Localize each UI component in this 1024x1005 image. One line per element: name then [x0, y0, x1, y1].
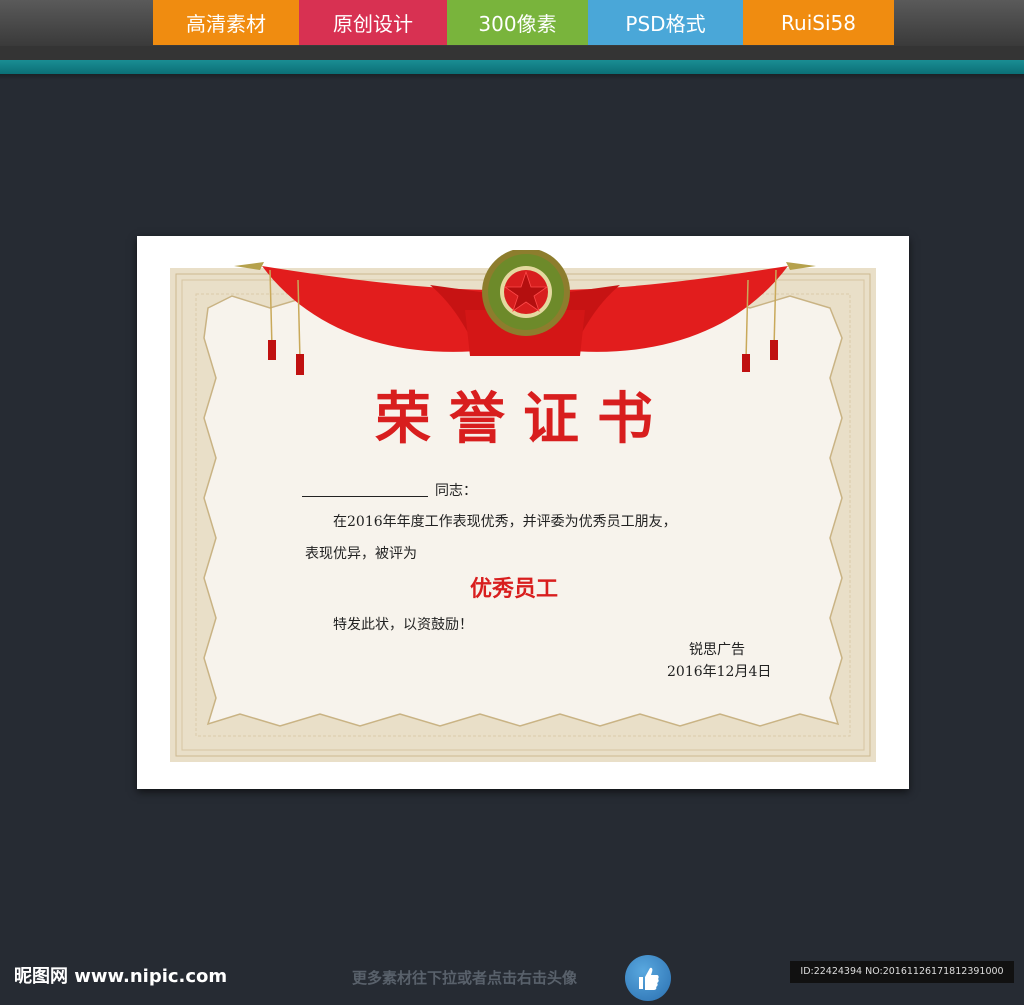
red-curtain-emblem	[234, 250, 816, 375]
feature-tabs: 高清素材 原创设计 300像素 PSD格式 RuiSi58	[153, 0, 894, 45]
salutation: 同志：	[435, 483, 477, 499]
thumb-up-icon[interactable]	[625, 955, 671, 1001]
tab-original-design[interactable]: 原创设计	[299, 0, 447, 45]
name-blank-line	[302, 496, 428, 497]
issue-date: 2016年12月4日	[667, 664, 772, 680]
image-id-info: ID:22424394 NO:20161126171812391000	[790, 961, 1014, 983]
closing-text: 特发此状，以资鼓励！	[333, 617, 473, 633]
certificate-title: 荣誉证书	[375, 386, 671, 452]
banner-divider	[0, 46, 1024, 60]
more-hint: 更多素材往下拉或者点击右击头像	[352, 969, 578, 987]
teal-stripe	[0, 60, 1024, 74]
stripe-shadow	[0, 74, 1024, 80]
tab-author[interactable]: RuiSi58	[743, 0, 894, 45]
award-title: 优秀员工	[470, 576, 559, 602]
body-line-2: 表现优异，被评为	[305, 546, 417, 562]
issuer-name: 锐思广告	[689, 642, 745, 658]
body-line-1: 在2016年年度工作表现优秀，并评委为优秀员工朋友，	[333, 514, 677, 530]
tab-resolution[interactable]: 300像素	[447, 0, 588, 45]
tab-psd-format[interactable]: PSD格式	[588, 0, 743, 45]
tab-hd-material[interactable]: 高清素材	[153, 0, 299, 45]
site-logo[interactable]: 昵图网 www.nipic.com	[14, 962, 227, 988]
